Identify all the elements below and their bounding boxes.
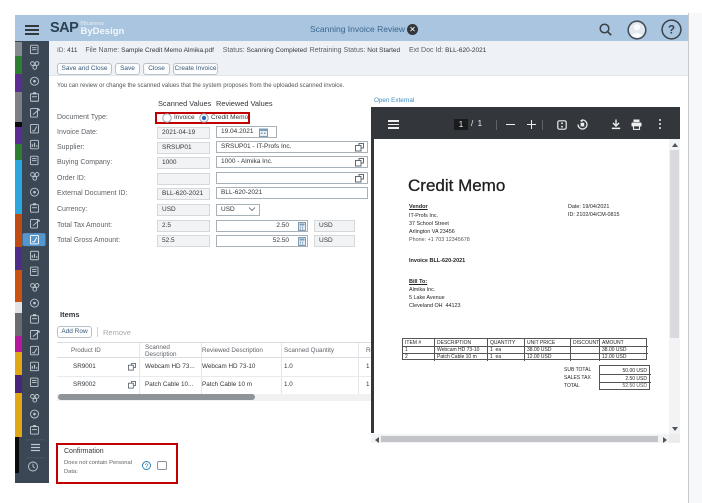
svg-text:?: ? — [668, 25, 675, 37]
svg-text:?: ? — [145, 463, 149, 470]
